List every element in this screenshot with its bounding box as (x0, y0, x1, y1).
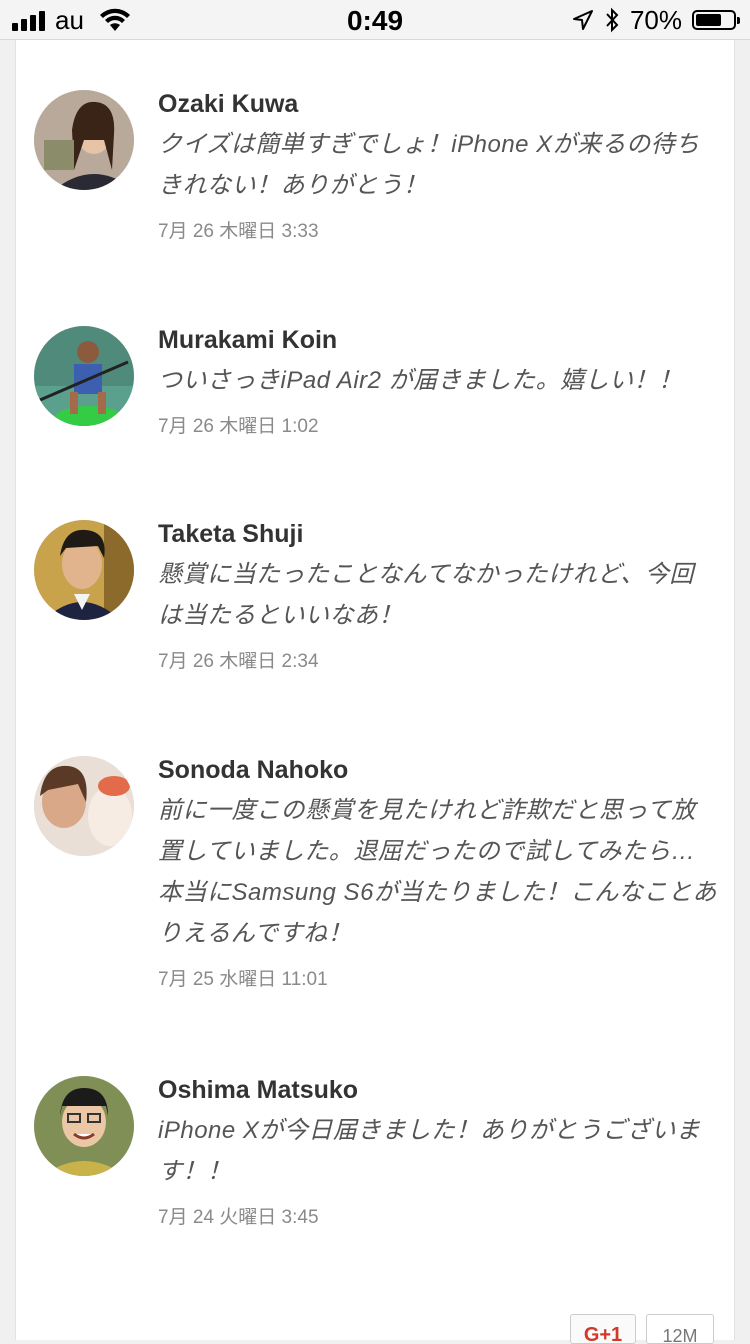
commenter-name: Taketa Shuji (158, 520, 304, 548)
comment-date: 7月 26 木曜日 2:34 (158, 651, 319, 672)
commenter-name: Murakami Koin (158, 326, 338, 354)
comment-text: iPhone Xが今日届きました！ありがとうございます！！ (158, 1117, 701, 1185)
comment-date: 7月 25 水曜日 11:01 (158, 969, 328, 990)
comments-card: Ozaki Kuwa クイズは簡単すぎでしょ！iPhone Xが来るの待ちきれな… (15, 40, 735, 1344)
comment-date: 7月 26 木曜日 1:02 (158, 416, 319, 437)
comment-date: 7月 24 火曜日 3:45 (158, 1207, 319, 1228)
battery-percent: 70% (629, 4, 682, 35)
status-bar: au 0:49 70% (0, 0, 750, 40)
avatar (34, 520, 134, 620)
google-plus-button[interactable]: G+1 (570, 1314, 636, 1344)
battery-icon (692, 10, 740, 30)
commenter-name: Sonoda Nahoko (158, 756, 349, 784)
location-arrow-icon (572, 10, 593, 30)
comment-text: 懸賞に当たったことなんてなかったけれど、今回は当たるといいなあ！ (158, 561, 694, 629)
commenter-name: Ozaki Kuwa (158, 90, 299, 118)
avatar (34, 1076, 134, 1176)
comment-text: クイズは簡単すぎでしょ！iPhone Xが来るの待ちきれない！ありがとう！ (158, 131, 700, 199)
bluetooth-icon (606, 7, 619, 33)
commenter-name: Oshima Matsuko (158, 1076, 359, 1104)
comment-date: 7月 26 木曜日 3:33 (158, 221, 319, 242)
share-count-badge: 12M (646, 1314, 714, 1344)
avatar (34, 756, 134, 856)
comment-text: ついさっきiPad Air2 が届きました。嬉しい！！ (158, 367, 683, 394)
avatar (34, 326, 134, 426)
avatar (34, 90, 134, 190)
comment-text: 前に一度この懸賞を見たけれど詐欺だと思って放置していました。退屈だったので試して… (158, 797, 717, 947)
